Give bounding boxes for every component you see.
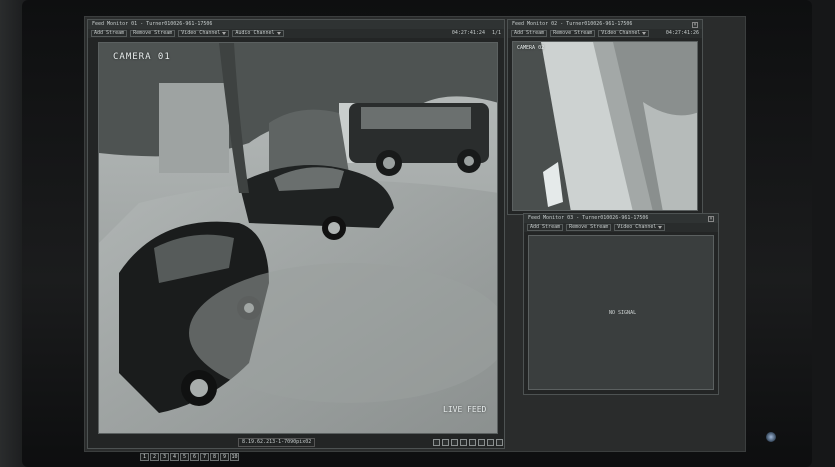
remove-stream-button[interactable]: Remove Stream — [130, 30, 176, 37]
video-channel-dropdown[interactable]: Video Channel — [598, 30, 650, 37]
page-7-button[interactable]: 7 — [200, 453, 209, 461]
camera-02-titlebar: Feed Monitor 02 - Turner010026-961-17506… — [508, 20, 702, 29]
page-3-button[interactable]: 3 — [160, 453, 169, 461]
camera-02-toolbar: Add Stream Remove Stream Video Channel 0… — [508, 29, 702, 38]
stream-address: 8.19.62.213-1-7090pix02 — [238, 438, 316, 447]
camera-01-feed[interactable]: CAMERA 01 LIVE FEED — [98, 42, 498, 434]
live-feed-label: LIVE FEED — [443, 405, 487, 414]
remove-stream-label: Remove Stream — [553, 30, 593, 36]
video-channel-label: Video Channel — [601, 30, 641, 36]
camera-02-feed[interactable]: CAMERA 02 — [512, 41, 698, 211]
video-channel-label: Video Channel — [181, 30, 221, 36]
page-8-button[interactable]: 8 — [210, 453, 219, 461]
page-2-button[interactable]: 2 — [150, 453, 159, 461]
camera-02-window: Feed Monitor 02 - Turner010026-961-17506… — [507, 19, 703, 215]
layout-1x1-button[interactable] — [433, 439, 440, 446]
camera-03-title: Feed Monitor 03 - Turner010026-961-17506 — [528, 215, 649, 221]
video-channel-label: Video Channel — [617, 224, 657, 230]
power-led-icon — [766, 432, 776, 442]
chevron-down-icon — [658, 226, 663, 229]
audio-channel-dropdown[interactable]: Audio Channel — [232, 30, 284, 37]
close-icon[interactable]: × — [692, 21, 698, 28]
layout-3x3-button[interactable] — [451, 439, 458, 446]
camera-02-title: Feed Monitor 02 - Turner010026-961-17506 — [512, 21, 633, 27]
camera-03-feed[interactable]: NO SIGNAL — [528, 235, 714, 390]
add-stream-button[interactable]: Add Stream — [527, 224, 564, 231]
camera-02-time: 04:27:41:26 — [665, 30, 699, 36]
add-stream-label: Add Stream — [94, 30, 125, 36]
chevron-down-icon — [276, 32, 281, 35]
video-channel-dropdown[interactable]: Video Channel — [614, 224, 666, 231]
layout-2x2-button[interactable] — [442, 439, 449, 446]
chevron-down-icon — [642, 32, 647, 35]
remove-stream-label: Remove Stream — [133, 30, 173, 36]
page-1-button[interactable]: 1 — [140, 453, 149, 461]
video-channel-dropdown[interactable]: Video Channel — [178, 30, 230, 37]
main-window-time: 04:27:41:24 — [451, 30, 485, 36]
camera-03-window: Feed Monitor 03 - Turner010026-961-17506… — [523, 213, 719, 395]
page-10-button[interactable]: 10 — [230, 453, 239, 461]
remove-stream-label: Remove Stream — [569, 224, 609, 230]
chevron-down-icon — [222, 32, 227, 35]
main-feed-window: Feed Monitor 01 - Turner010026-961-17506… — [87, 19, 505, 449]
page-6-button[interactable]: 6 — [190, 453, 199, 461]
camera-02-label: CAMERA 02 — [517, 45, 545, 51]
add-stream-label: Add Stream — [514, 30, 545, 36]
close-icon[interactable]: × — [708, 215, 714, 222]
camera-01-label: CAMERA 01 — [113, 52, 171, 62]
main-window-toolbar: Add Stream Remove Stream Video Channel A… — [88, 29, 504, 38]
remove-stream-button[interactable]: Remove Stream — [566, 224, 612, 231]
main-window-titlebar: Feed Monitor 01 - Turner010026-961-17506 — [88, 20, 504, 29]
camera-01-image — [99, 43, 497, 433]
add-stream-button[interactable]: Add Stream — [91, 30, 128, 37]
remove-stream-button[interactable]: Remove Stream — [550, 30, 596, 37]
add-stream-label: Add Stream — [530, 224, 561, 230]
settings-button[interactable] — [496, 439, 503, 446]
layout-4x4-button[interactable] — [460, 439, 467, 446]
snapshot-button[interactable] — [469, 439, 476, 446]
add-stream-button[interactable]: Add Stream — [511, 30, 548, 37]
monitor-screen: Feed Monitor 01 - Turner010026-961-17506… — [84, 16, 746, 452]
camera-02-image — [513, 42, 697, 210]
main-window-title: Feed Monitor 01 - Turner010026-961-17506 — [92, 21, 213, 27]
camera-03-titlebar: Feed Monitor 03 - Turner010026-961-17506… — [524, 214, 718, 223]
audio-channel-label: Audio Channel — [235, 30, 275, 36]
main-window-page: 1/1 — [491, 30, 501, 36]
no-signal-label: NO SIGNAL — [609, 310, 637, 316]
camera-03-toolbar: Add Stream Remove Stream Video Channel — [524, 223, 718, 232]
record-button[interactable] — [478, 439, 485, 446]
page-5-button[interactable]: 5 — [180, 453, 189, 461]
page-9-button[interactable]: 9 — [220, 453, 229, 461]
main-window-statusbar: 8.19.62.213-1-7090pix02 — [238, 438, 503, 447]
camera-pager: 1 2 3 4 5 6 7 8 9 10 — [140, 453, 239, 461]
page-4-button[interactable]: 4 — [170, 453, 179, 461]
fullscreen-button[interactable] — [487, 439, 494, 446]
